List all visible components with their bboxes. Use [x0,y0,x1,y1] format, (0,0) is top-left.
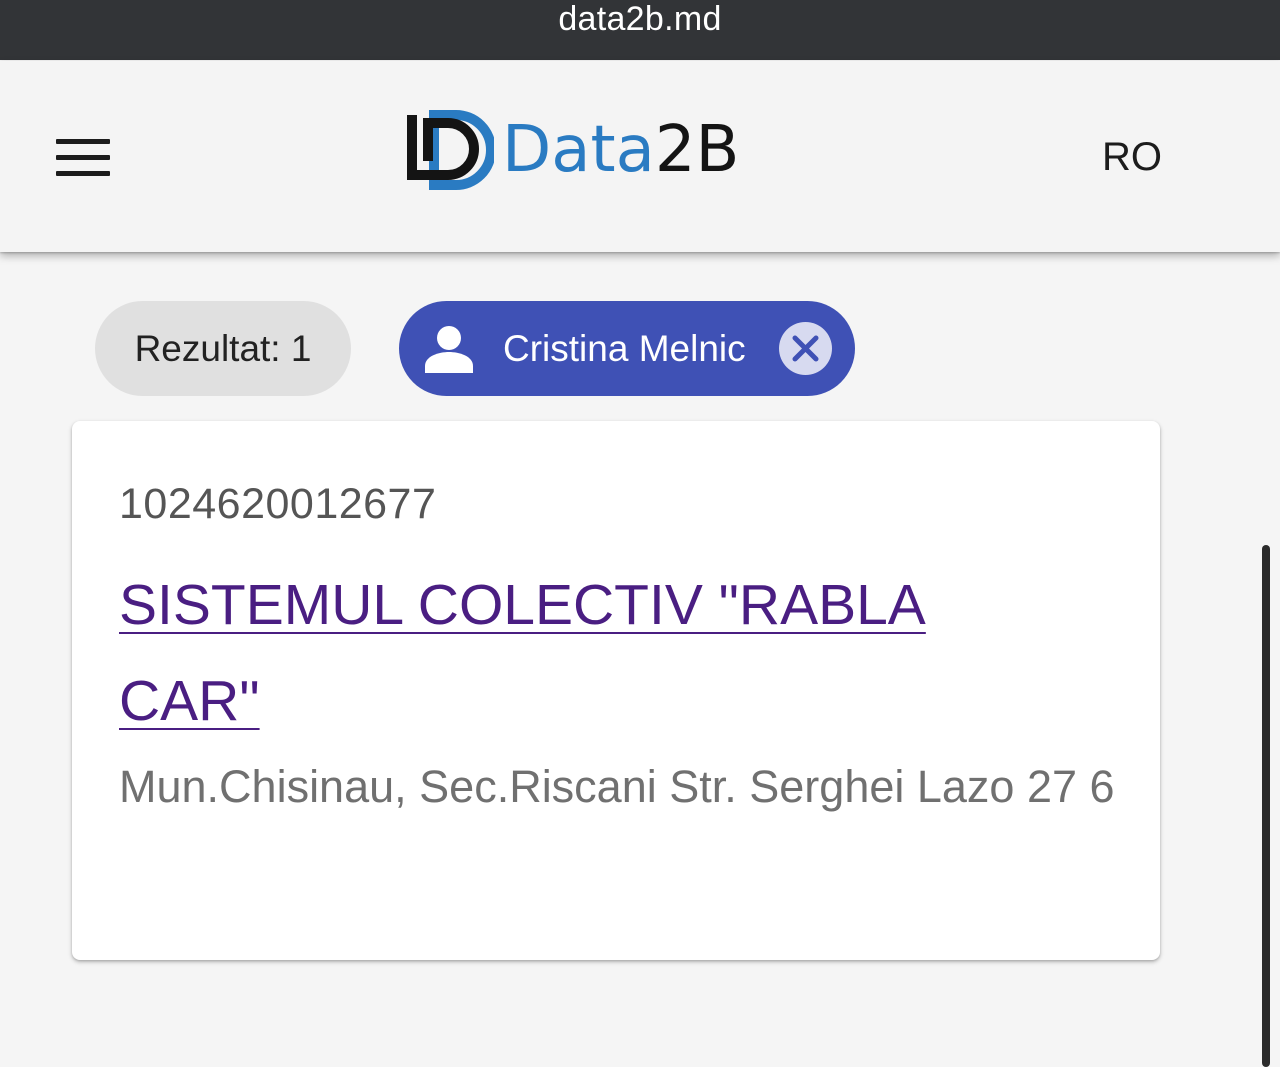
browser-url-bar[interactable]: data2b.md [0,0,1280,60]
person-chip-label: Cristina Melnic [503,328,746,369]
company-idno: 1024620012677 [119,480,437,528]
data2b-logo[interactable]: Data2B [404,109,739,191]
logo-text-data: Data [502,113,655,187]
company-result-card: 1024620012677 SISTEMUL COLECTIV "RABLA C… [72,421,1160,960]
result-count-chip: Rezultat: 1 [95,301,351,396]
close-icon [792,335,819,362]
person-icon [425,326,473,373]
result-count-label: Rezultat: 1 [134,328,312,369]
menu-button[interactable] [46,127,122,187]
data2b-logo-mark-icon [407,110,494,190]
language-selector[interactable]: RO [1102,134,1162,180]
logo-text-2b: 2B [654,113,740,187]
company-address: Mun.Chisinau, Sec.Riscani Str. Serghei L… [119,761,1115,812]
browser-url-text: data2b.md [558,0,722,38]
app-header: Data2B RO [0,61,1280,252]
page-scrollbar[interactable] [1262,545,1270,1067]
person-filter-chip[interactable]: Cristina Melnic [399,301,855,396]
remove-filter-button[interactable] [779,322,832,375]
logo-text: Data2B [502,109,739,191]
company-name-link[interactable]: SISTEMUL COLECTIV "RABLA CAR" [119,557,1079,749]
